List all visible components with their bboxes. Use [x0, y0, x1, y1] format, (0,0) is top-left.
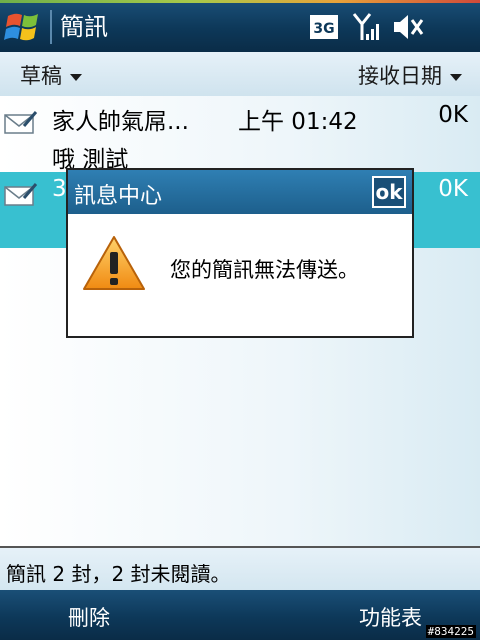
- message-row[interactable]: 家人帥氣屌... 上午 01:42 0K 哦 測試: [0, 96, 480, 173]
- menu-softkey[interactable]: 功能表: [359, 602, 422, 632]
- message-sender: 家人帥氣屌...: [52, 109, 189, 135]
- folder-dropdown-label: 草稿: [20, 64, 62, 88]
- folder-dropdown[interactable]: 草稿: [20, 60, 82, 90]
- network-3g-label: 3G: [313, 21, 334, 37]
- message-size: 0K: [438, 176, 468, 202]
- list-toolbar: 草稿 接收日期: [0, 52, 480, 97]
- network-3g-icon[interactable]: 3G: [310, 12, 338, 42]
- title-bar-accent-line: [0, 0, 480, 3]
- message-size: 0K: [438, 102, 468, 128]
- chevron-down-icon: [450, 73, 462, 81]
- alert-dialog: 訊息中心 ok 您的簡訊無法傳送。: [66, 168, 414, 338]
- title-bar: 簡訊 3G: [0, 0, 480, 52]
- softkey-bar: 刪除 功能表 #834225: [0, 590, 480, 640]
- windows-start-icon[interactable]: [2, 6, 46, 48]
- status-bar: 簡訊 2 封，2 封未閱讀。: [0, 546, 480, 592]
- sort-dropdown-label: 接收日期: [358, 64, 442, 88]
- image-watermark: #834225: [425, 625, 476, 638]
- dialog-message: 您的簡訊無法傳送。: [170, 258, 359, 282]
- envelope-icon: [4, 111, 38, 134]
- app-title: 簡訊: [60, 13, 108, 41]
- chevron-down-icon: [70, 73, 82, 81]
- warning-icon: [83, 236, 145, 290]
- message-count-status: 簡訊 2 封，2 封未閱讀。: [6, 562, 231, 586]
- volume-muted-icon[interactable]: [392, 12, 424, 42]
- ok-button[interactable]: ok: [372, 176, 406, 208]
- signal-strength-icon[interactable]: [352, 12, 380, 42]
- dialog-header: 訊息中心 ok: [68, 170, 412, 214]
- envelope-icon: [4, 183, 38, 206]
- delete-softkey[interactable]: 刪除: [68, 602, 110, 632]
- sort-dropdown[interactable]: 接收日期: [358, 60, 462, 90]
- message-sender: 3: [52, 176, 67, 202]
- dialog-title: 訊息中心: [74, 184, 163, 209]
- message-time: 上午 01:42: [238, 109, 358, 135]
- title-separator: [50, 10, 52, 44]
